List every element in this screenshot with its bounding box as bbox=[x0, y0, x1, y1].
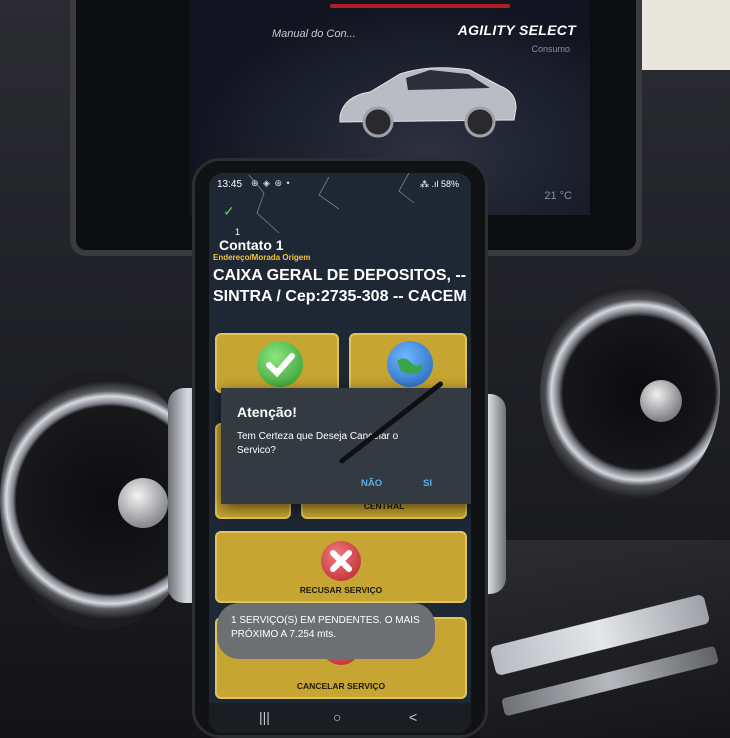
dialog-message: Tem Certeza que Deseja Cancelar o Servic… bbox=[237, 431, 399, 456]
home-button[interactable]: ○ bbox=[333, 709, 341, 725]
recents-button[interactable]: ||| bbox=[259, 709, 270, 725]
display-left-text: Manual do Con... bbox=[272, 28, 356, 40]
map-tile[interactable] bbox=[349, 333, 467, 393]
refuse-service-tile[interactable]: RECUSAR SERVIÇO bbox=[215, 531, 467, 603]
display-accent-line bbox=[330, 4, 510, 8]
refuse-service-label: RECUSAR SERVIÇO bbox=[299, 585, 383, 595]
accept-service-tile[interactable] bbox=[215, 333, 339, 393]
air-vent-right bbox=[540, 285, 720, 500]
vent-knob-left bbox=[118, 478, 168, 528]
red-x-icon bbox=[321, 541, 361, 581]
globe-icon bbox=[387, 341, 433, 387]
vent-knob-right bbox=[640, 380, 682, 422]
dialog-title: Atenção! bbox=[237, 404, 297, 420]
cancel-service-label: CANCELAR SERVIÇO bbox=[296, 681, 386, 691]
display-sub-label: Consumo bbox=[531, 44, 570, 54]
screen-cracks bbox=[248, 173, 415, 234]
smartphone: 13:45 ⊕ ◈ ⊛ • ⁂ .ıl 58% ✓ 1 Contato 1 En… bbox=[192, 158, 488, 738]
no-button[interactable]: NÃO bbox=[361, 478, 382, 489]
checkmark-icon bbox=[257, 341, 303, 387]
pending-services-toast: 1 SERVIÇO(S) EM PENDENTES. O MAIS PRÓXIM… bbox=[217, 603, 435, 659]
phone-screen: 13:45 ⊕ ◈ ⊛ • ⁂ .ıl 58% ✓ 1 Contato 1 En… bbox=[209, 173, 471, 733]
confirm-cancel-dialog: Atenção! Tem Certeza que Deseja Cancelar… bbox=[221, 388, 471, 504]
display-mode-title: AGILITY SELECT bbox=[457, 22, 576, 38]
android-nav-bar: ||| ○ < bbox=[209, 703, 471, 733]
back-button[interactable]: < bbox=[409, 709, 417, 725]
yes-button[interactable]: SI bbox=[423, 478, 432, 489]
car-image bbox=[339, 67, 517, 138]
display-temperature: 21 °C bbox=[544, 190, 572, 202]
